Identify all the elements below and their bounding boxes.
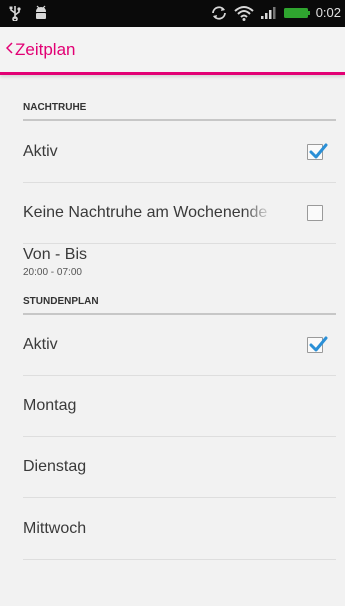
- pref-keine-nachtruhe-wochenende[interactable]: Keine Nachtruhe am Wochenende: [23, 183, 336, 244]
- pref-summary: 20:00 - 07:00: [23, 267, 82, 278]
- pref-label: Mittwoch: [23, 519, 87, 537]
- action-bar: Zeitplan: [0, 27, 345, 75]
- signal-icon: [260, 6, 278, 20]
- pref-label: Aktiv: [23, 336, 58, 353]
- chevron-left-icon: [5, 42, 13, 57]
- settings-list: NACHTRUHE Aktiv Keine Nachtruhe am Woche…: [0, 78, 345, 560]
- pref-label: Aktiv: [23, 142, 58, 160]
- pref-stundenplan-aktiv[interactable]: Aktiv: [23, 315, 336, 376]
- section-header-label: NACHTRUHE: [23, 102, 87, 113]
- pref-dienstag[interactable]: Dienstag: [23, 437, 336, 498]
- usb-icon: [8, 5, 22, 21]
- back-button[interactable]: Zeitplan: [0, 27, 85, 72]
- section-header-nachtruhe: NACHTRUHE: [23, 78, 336, 121]
- stundenplan-aktiv-checkbox[interactable]: [307, 336, 328, 353]
- pref-von-bis[interactable]: Von - Bis 20:00 - 07:00: [23, 244, 336, 288]
- pref-label: Keine Nachtruhe am Wochenende: [23, 204, 268, 221]
- status-time: 0:02: [315, 5, 341, 20]
- nachtruhe-aktiv-checkbox[interactable]: [307, 143, 328, 160]
- pref-label: Von - Bis: [23, 246, 88, 263]
- wochenende-checkbox[interactable]: [307, 205, 323, 221]
- checkmark-icon: [309, 336, 328, 352]
- section-header-stundenplan: STUNDENPLAN: [23, 288, 336, 315]
- android-debug-icon: [34, 5, 48, 21]
- checkmark-icon: [309, 143, 328, 158]
- pref-mittwoch[interactable]: Mittwoch: [23, 498, 336, 560]
- wifi-icon: [234, 5, 254, 21]
- pref-montag[interactable]: Montag: [23, 376, 336, 437]
- pref-label: Dienstag: [23, 458, 87, 475]
- battery-icon: [283, 7, 310, 19]
- status-bar: 0:02: [0, 0, 345, 27]
- sync-icon: [210, 5, 228, 21]
- pref-label: Montag: [23, 397, 77, 414]
- pref-nachtruhe-aktiv[interactable]: Aktiv: [23, 121, 336, 183]
- page-title: Zeitplan: [15, 39, 76, 59]
- section-header-label: STUNDENPLAN: [23, 296, 99, 307]
